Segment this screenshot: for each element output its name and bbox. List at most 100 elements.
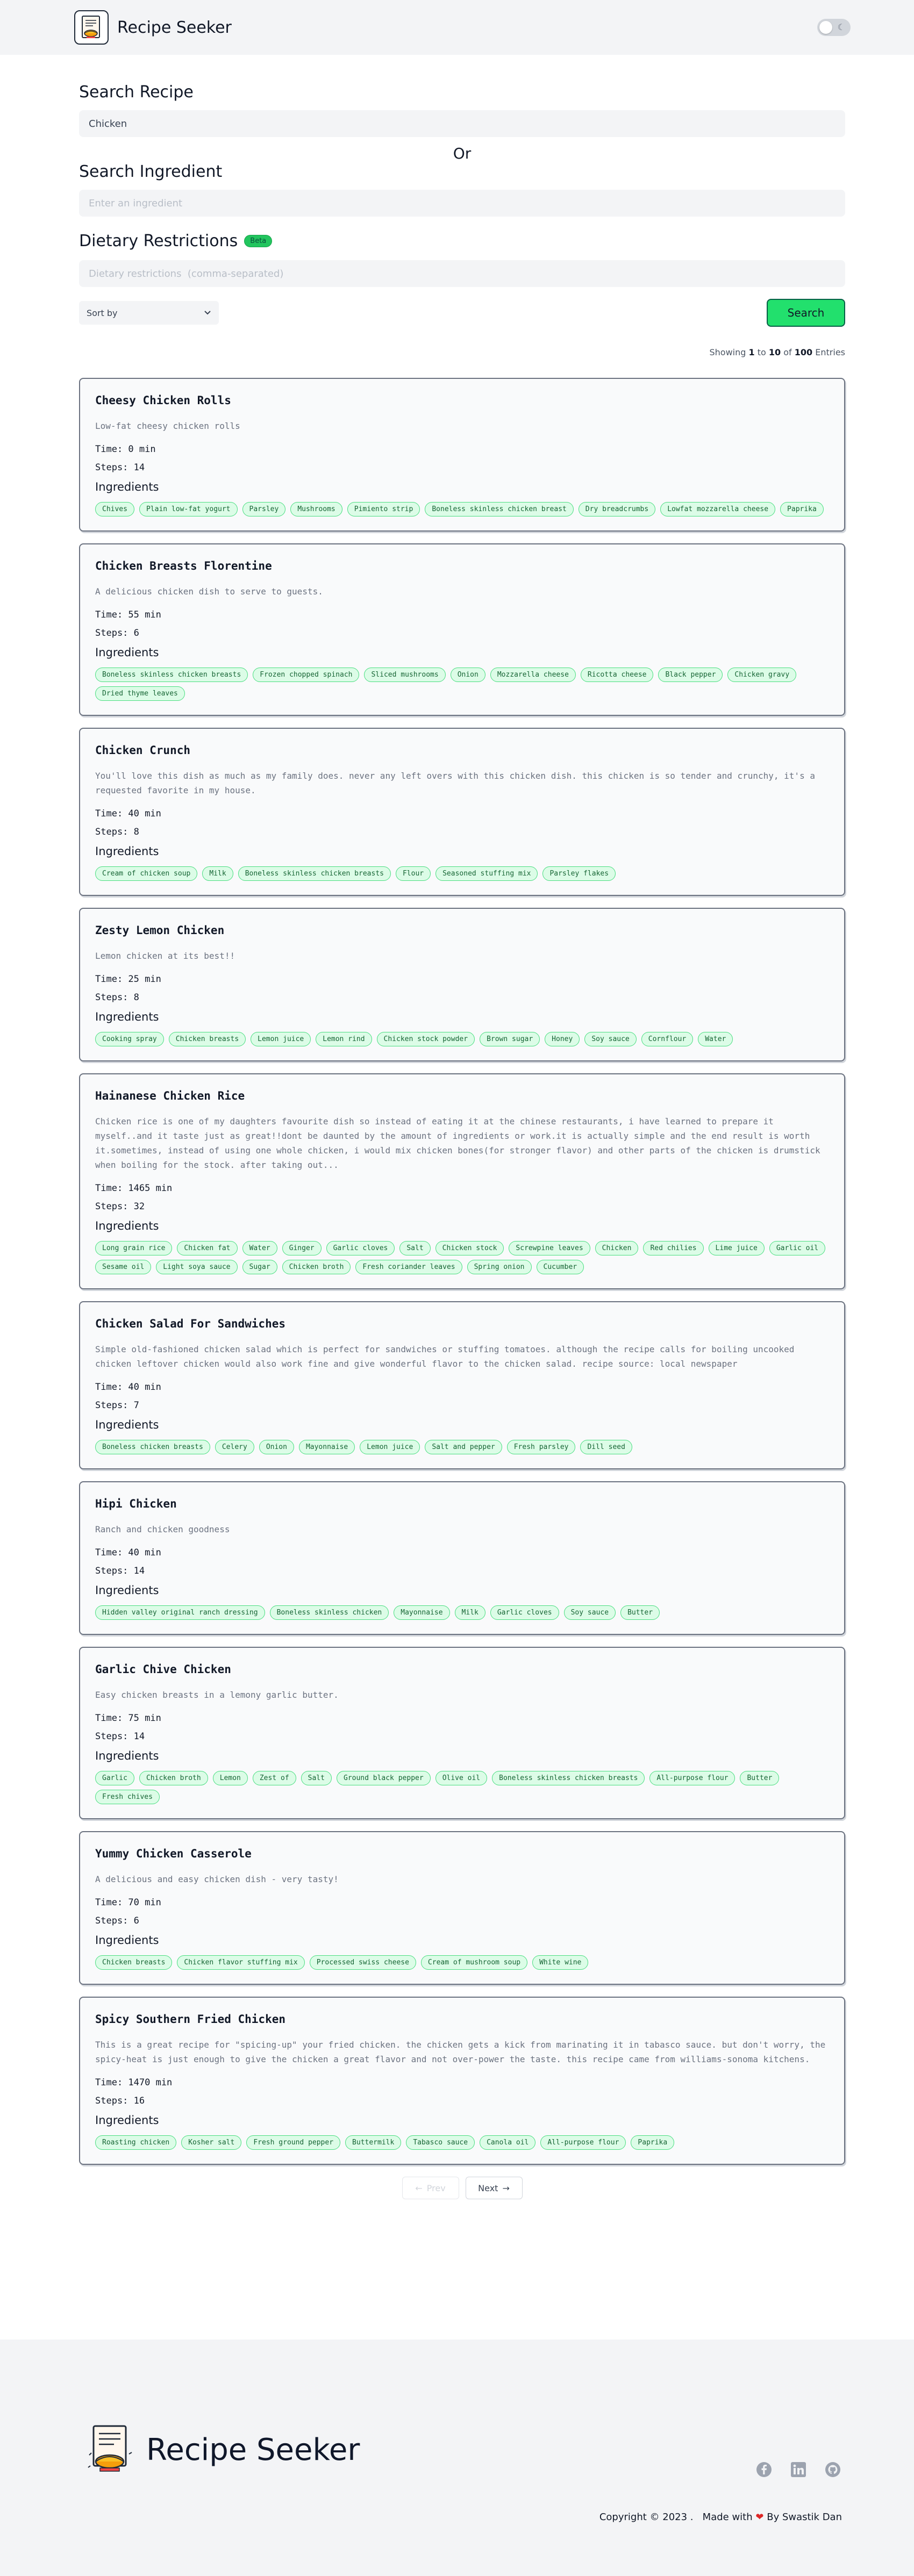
- ingredient-tag: Boneless skinless chicken: [269, 1605, 389, 1620]
- ingredient-tag: Parsley flakes: [542, 866, 616, 881]
- ingredients-heading: Ingredients: [95, 1584, 159, 1597]
- ingredient-tag: Garlic cloves: [490, 1605, 559, 1620]
- recipe-title[interactable]: Zesty Lemon Chicken: [95, 924, 829, 937]
- ingredient-search-input[interactable]: [79, 190, 845, 217]
- recipe-steps: Steps: 16: [95, 2096, 145, 2106]
- ingredient-tag: Flour: [395, 866, 431, 881]
- theme-toggle[interactable]: ☾: [817, 19, 851, 36]
- ingredient-tag: Chicken fat: [177, 1241, 238, 1255]
- recipe-title[interactable]: Hainanese Chicken Rice: [95, 1089, 829, 1102]
- ingredient-tag: Black pepper: [658, 668, 723, 682]
- recipe-time: Time: 70 min: [95, 1897, 161, 1908]
- ingredient-tag: Boneless skinless chicken breasts: [492, 1771, 645, 1785]
- ingredient-tag: Buttermilk: [345, 2135, 402, 2150]
- brand[interactable]: Recipe Seeker: [74, 10, 232, 45]
- search-recipe-label: Search Recipe: [79, 83, 194, 102]
- recipe-card[interactable]: Hainanese Chicken Rice Chicken rice is on…: [79, 1073, 845, 1289]
- recipe-time: Time: 40 min: [95, 1382, 161, 1393]
- chevron-down-icon: [204, 311, 211, 315]
- recipe-time: Time: 1470 min: [95, 2077, 173, 2088]
- recipe-card[interactable]: Spicy Southern Fried Chicken This is a gr…: [79, 1997, 845, 2165]
- ingredient-tag: Salt: [301, 1771, 332, 1785]
- recipe-card[interactable]: Yummy Chicken Casserole A delicious and e…: [79, 1831, 845, 1985]
- ingredient-tags: Hidden valley original ranch dressing Bon…: [95, 1605, 829, 1620]
- ingredients-heading: Ingredients: [95, 2114, 159, 2127]
- ingredient-tag: All-purpose flour: [649, 1771, 736, 1785]
- sort-select[interactable]: Sort by: [79, 301, 219, 325]
- recipe-search-input[interactable]: [79, 110, 845, 137]
- ingredient-tag: Soy sauce: [584, 1032, 637, 1046]
- recipe-time: Time: 25 min: [95, 974, 161, 985]
- recipe-description: Easy chicken breasts in a lemony garlic …: [95, 1690, 339, 1700]
- recipe-card[interactable]: Garlic Chive Chicken Easy chicken breasts…: [79, 1647, 845, 1819]
- ingredient-tag: Onion: [450, 668, 485, 682]
- ingredient-tag: Olive oil: [435, 1771, 488, 1785]
- ingredient-tag: Light soya sauce: [156, 1260, 238, 1274]
- recipe-title[interactable]: Spicy Southern Fried Chicken: [95, 2013, 829, 2026]
- ingredient-tag: Roasting chicken: [95, 2135, 177, 2150]
- recipe-time: Time: 40 min: [95, 1547, 161, 1558]
- recipe-card[interactable]: Chicken Salad For Sandwiches Simple old-f…: [79, 1301, 845, 1469]
- ingredient-tag: Cream of chicken soup: [95, 866, 198, 881]
- ingredient-tag: Boneless skinless chicken breast: [425, 502, 574, 516]
- footer-copyright: Copyright © 2023 . Made with ❤ By Swasti…: [599, 2512, 842, 2523]
- ingredient-tag: Fresh parsley: [506, 1440, 576, 1454]
- ingredient-tag: Hidden valley original ranch dressing: [95, 1605, 265, 1620]
- ingredient-tags: Boneless chicken breasts Celery Onion Mayon…: [95, 1440, 829, 1454]
- ingredient-tag: Dill seed: [580, 1440, 632, 1454]
- recipe-list: Cheesy Chicken Rolls Low-fat cheesy chick…: [79, 378, 845, 2165]
- ingredient-tag: Chicken stock: [435, 1241, 504, 1255]
- recipe-time: Time: 0 min: [95, 444, 156, 455]
- recipe-card[interactable]: Chicken Crunch You'll love this dish as m…: [79, 728, 845, 896]
- linkedin-icon[interactable]: [789, 2460, 808, 2479]
- ingredient-tag: Chicken breasts: [168, 1032, 246, 1046]
- recipe-title[interactable]: Chicken Breasts Florentine: [95, 559, 829, 572]
- ingredient-tag: Zest of: [252, 1771, 296, 1785]
- ingredient-tag: Chives: [95, 502, 134, 516]
- ingredient-tag: Frozen chopped spinach: [253, 668, 360, 682]
- github-icon[interactable]: [824, 2460, 842, 2479]
- ingredient-tag: Chicken broth: [139, 1771, 208, 1785]
- recipe-card[interactable]: Cheesy Chicken Rolls Low-fat cheesy chick…: [79, 378, 845, 532]
- ingredient-tag: Mayonnaise: [394, 1605, 450, 1620]
- ingredient-tag: Tabasco sauce: [406, 2135, 475, 2150]
- site-header: Recipe Seeker ☾: [0, 0, 914, 55]
- recipe-title[interactable]: Garlic Chive Chicken: [95, 1663, 829, 1676]
- footer-brand[interactable]: Recipe Seeker: [86, 2423, 360, 2477]
- recipe-card[interactable]: Hipi Chicken Ranch and chicken goodness Ti…: [79, 1481, 845, 1635]
- dietary-input[interactable]: [79, 260, 845, 287]
- recipe-title[interactable]: Chicken Salad For Sandwiches: [95, 1317, 829, 1330]
- ingredient-tag: Dried thyme leaves: [95, 686, 185, 701]
- recipe-description: This is a great recipe for "spicing-up" …: [95, 2040, 826, 2064]
- search-button[interactable]: Search: [767, 299, 845, 327]
- ingredient-tags: Cream of chicken soup Milk Boneless skinle…: [95, 866, 829, 881]
- recipe-title[interactable]: Yummy Chicken Casserole: [95, 1847, 829, 1860]
- ingredient-tag: Boneless skinless chicken breasts: [238, 866, 391, 881]
- recipe-title[interactable]: Hipi Chicken: [95, 1497, 829, 1510]
- ingredient-tag: Screwpine leaves: [509, 1241, 590, 1255]
- prev-button[interactable]: ← Prev: [402, 2177, 459, 2199]
- ingredient-tag: Fresh chives: [95, 1790, 160, 1804]
- ingredient-tag: Lemon rind: [316, 1032, 372, 1046]
- recipe-title[interactable]: Chicken Crunch: [95, 744, 829, 757]
- ingredient-tag: Chicken flavor stuffing mix: [177, 1955, 305, 1970]
- ingredient-tag: Lowfat mozzarella cheese: [660, 502, 776, 516]
- ingredient-tag: Boneless chicken breasts: [95, 1440, 210, 1454]
- ingredient-tags: Cooking spray Chicken breasts Lemon juice L…: [95, 1032, 829, 1046]
- search-ingredient-label: Search Ingredient: [79, 162, 223, 181]
- next-button[interactable]: Next →: [465, 2177, 523, 2199]
- ingredient-tag: Plain low-fat yogurt: [139, 502, 238, 516]
- results-total: 100: [794, 347, 813, 357]
- brand-title: Recipe Seeker: [117, 18, 232, 37]
- recipe-card[interactable]: Chicken Breasts Florentine A delicious ch…: [79, 543, 845, 716]
- search-form: Search Recipe Or Search Ingredient Dieta…: [79, 55, 845, 327]
- ingredient-tag: Fresh coriander leaves: [355, 1260, 462, 1274]
- ingredient-tag: Sugar: [242, 1260, 277, 1274]
- ingredients-heading: Ingredients: [95, 646, 159, 659]
- ingredient-tag: Mozzarella cheese: [490, 668, 576, 682]
- ingredients-heading: Ingredients: [95, 845, 159, 858]
- facebook-icon[interactable]: [755, 2460, 773, 2479]
- recipe-card[interactable]: Zesty Lemon Chicken Lemon chicken at its …: [79, 908, 845, 1061]
- recipe-title[interactable]: Cheesy Chicken Rolls: [95, 394, 829, 407]
- ingredient-tag: Pimiento strip: [347, 502, 420, 516]
